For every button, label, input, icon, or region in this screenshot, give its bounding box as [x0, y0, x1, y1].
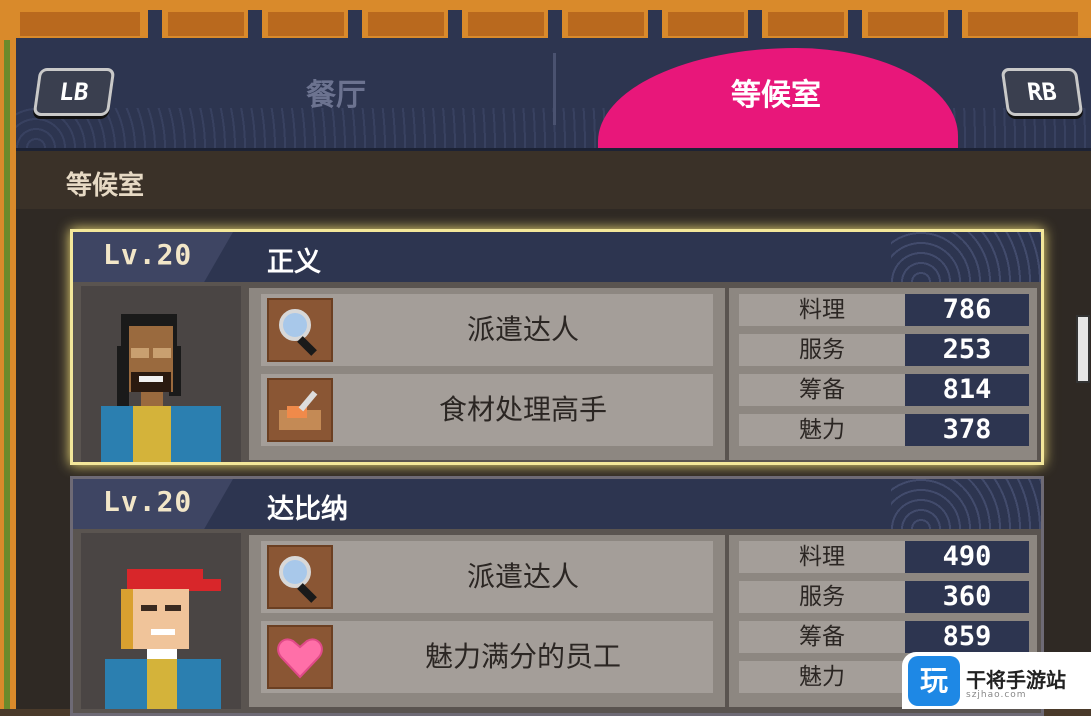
stat-row: 魅力 378	[739, 414, 1029, 446]
cutting-board-icon	[267, 378, 333, 442]
frame-plank	[268, 12, 344, 36]
skill-label: 派遣达人	[466, 313, 579, 346]
skill-item[interactable]: 魅力满分的员工	[261, 621, 713, 693]
stat-label: 服务	[739, 581, 905, 613]
staff-level: Lv.20	[103, 238, 193, 271]
frame-plank	[868, 12, 944, 36]
stat-value: 253	[905, 334, 1029, 366]
stat-value: 378	[905, 414, 1029, 446]
skill-item[interactable]: 食材处理高手	[261, 374, 713, 446]
tab-divider	[553, 53, 556, 125]
heart-icon	[267, 625, 333, 689]
staff-card[interactable]: Lv.20 达比纳 派遣达人 魅力满分的员工 料理 490 服务 360 筹备 …	[70, 476, 1044, 716]
wave-pattern	[891, 479, 1041, 529]
watermark: 玩 干将手游站 szjhao.com	[902, 652, 1091, 709]
frame-plank	[368, 12, 444, 36]
frame-plank	[20, 12, 140, 36]
section-title: 等候室	[66, 171, 145, 201]
frame-plank	[168, 12, 244, 36]
staff-name: 达比纳	[267, 494, 348, 525]
lb-button[interactable]: LB	[32, 68, 116, 116]
skills-panel: 派遣达人 魅力满分的员工	[249, 535, 725, 707]
left-frame	[0, 40, 16, 709]
skills-panel: 派遣达人 食材处理高手	[249, 288, 725, 460]
stat-row: 料理 490	[739, 541, 1029, 573]
stat-label: 筹备	[739, 621, 905, 653]
frame-plank	[468, 12, 544, 36]
skill-label: 派遣达人	[466, 560, 579, 593]
stat-row: 服务 360	[739, 581, 1029, 613]
magnifier-icon	[267, 298, 333, 362]
watermark-logo: 玩	[908, 656, 960, 706]
frame-notch	[448, 10, 462, 40]
stat-value: 490	[905, 541, 1029, 573]
frame-plank	[668, 12, 744, 36]
staff-card-header: Lv.20 达比纳	[73, 479, 1041, 529]
tab-restaurant[interactable]: 餐厅	[266, 74, 406, 118]
stat-label: 魅力	[739, 414, 905, 446]
stat-label: 魅力	[739, 661, 905, 693]
frame-notch	[748, 10, 762, 40]
staff-list: Lv.20 正义 派遣达人 食材处理高手 料理 786 服务 253 筹备 81…	[16, 209, 1091, 716]
frame-notch	[148, 10, 162, 40]
section-header: 等候室	[16, 151, 1091, 209]
frame-plank	[768, 12, 844, 36]
skill-item[interactable]: 派遣达人	[261, 541, 713, 613]
watermark-subtext: szjhao.com	[966, 690, 1027, 700]
stat-label: 料理	[739, 294, 905, 326]
frame-notch	[248, 10, 262, 40]
skill-label: 魅力满分的员工	[424, 640, 621, 673]
skill-label: 食材处理高手	[438, 393, 607, 426]
staff-card-header: Lv.20 正义	[73, 232, 1041, 282]
top-frame	[0, 0, 1091, 40]
staff-name: 正义	[267, 247, 321, 278]
staff-portrait	[81, 286, 241, 462]
frame-notch	[548, 10, 562, 40]
stat-label: 服务	[739, 334, 905, 366]
stats-panel: 料理 786 服务 253 筹备 814 魅力 378	[729, 288, 1037, 460]
staff-portrait	[81, 533, 241, 709]
stat-value: 814	[905, 374, 1029, 406]
staff-card[interactable]: Lv.20 正义 派遣达人 食材处理高手 料理 786 服务 253 筹备 81…	[70, 229, 1044, 465]
stat-value: 786	[905, 294, 1029, 326]
staff-level: Lv.20	[103, 485, 193, 518]
scrollbar-thumb[interactable]	[1076, 315, 1090, 383]
magnifier-icon	[267, 545, 333, 609]
watermark-text: 干将手游站	[966, 668, 1066, 692]
frame-notch	[848, 10, 862, 40]
tab-waiting-room[interactable]: 等候室	[706, 74, 846, 118]
tab-bar: LB 餐厅 等候室 RB	[16, 38, 1091, 151]
frame-plank	[568, 12, 644, 36]
stat-value: 360	[905, 581, 1029, 613]
wave-pattern	[891, 232, 1041, 282]
rb-button[interactable]: RB	[1000, 68, 1084, 116]
frame-notch	[348, 10, 362, 40]
frame-notch	[648, 10, 662, 40]
frame-notch	[948, 10, 962, 40]
stat-row: 料理 786	[739, 294, 1029, 326]
skill-item[interactable]: 派遣达人	[261, 294, 713, 366]
stat-row: 筹备 859	[739, 621, 1029, 653]
stat-value: 859	[905, 621, 1029, 653]
stat-label: 料理	[739, 541, 905, 573]
frame-plank	[968, 12, 1078, 36]
stat-row: 筹备 814	[739, 374, 1029, 406]
stat-row: 服务 253	[739, 334, 1029, 366]
stat-label: 筹备	[739, 374, 905, 406]
